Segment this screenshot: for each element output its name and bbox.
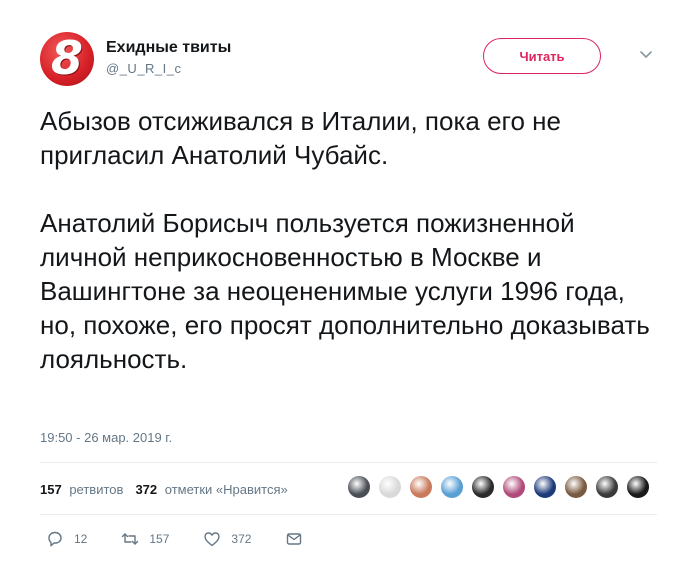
- direct-message-action[interactable]: [285, 530, 313, 548]
- follow-button[interactable]: Читать: [483, 38, 601, 74]
- user-handle[interactable]: @_U_R_I_c: [106, 60, 231, 78]
- retweet-action[interactable]: 157: [121, 530, 169, 548]
- tweet-stats: 157 ретвитов 372 отметки «Нравится»: [40, 474, 300, 504]
- tweet-text: Абызов отсиживался в Италии, пока его не…: [40, 106, 650, 374]
- likers-avatars: [346, 474, 656, 500]
- reply-icon: [48, 531, 62, 547]
- envelope-icon: [287, 533, 302, 545]
- reply-action[interactable]: 12: [46, 530, 87, 548]
- avatar-icon[interactable]: [346, 474, 372, 500]
- divider: [40, 514, 657, 515]
- tweet-actions: 12 157 372: [46, 530, 347, 548]
- likes-count: 372: [135, 481, 158, 497]
- chevron-down-icon[interactable]: [637, 46, 655, 64]
- tweet-header: 8 Ехидные твиты @_U_R_I_c Читать: [40, 28, 657, 92]
- avatar-icon[interactable]: [470, 474, 496, 500]
- avatar-icon[interactable]: [439, 474, 465, 500]
- avatar-icon[interactable]: [377, 474, 403, 500]
- display-name[interactable]: Ехидные твиты: [106, 38, 231, 58]
- like-action[interactable]: 372: [203, 530, 251, 548]
- avatar[interactable]: 8: [40, 32, 94, 86]
- avatar-icon[interactable]: [408, 474, 434, 500]
- likes-label: отметки «Нравится»: [164, 481, 288, 497]
- avatar-logo: 8: [50, 32, 83, 85]
- reply-count: 12: [74, 532, 88, 546]
- avatar-icon[interactable]: [625, 474, 651, 500]
- likes-stat[interactable]: 372 отметки «Нравится»: [135, 482, 287, 497]
- divider: [40, 462, 657, 463]
- user-info[interactable]: Ехидные твиты @_U_R_I_c: [106, 38, 231, 78]
- avatar-icon[interactable]: [563, 474, 589, 500]
- retweets-label: ретвитов: [69, 481, 124, 497]
- avatar-icon[interactable]: [532, 474, 558, 500]
- heart-icon: [204, 532, 221, 547]
- avatar-icon[interactable]: [501, 474, 527, 500]
- retweet-icon: [122, 533, 139, 545]
- like-count: 372: [231, 532, 252, 546]
- retweets-count: 157: [40, 481, 62, 497]
- retweet-count: 157: [149, 532, 170, 546]
- avatar-icon[interactable]: [594, 474, 620, 500]
- retweets-stat[interactable]: 157 ретвитов: [40, 482, 123, 497]
- tweet-timestamp[interactable]: 19:50 - 26 мар. 2019 г.: [40, 430, 172, 445]
